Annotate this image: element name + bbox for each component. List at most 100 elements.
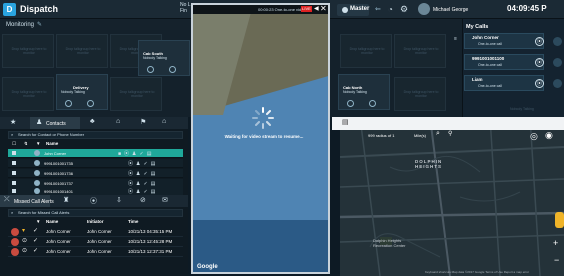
row-checkbox[interactable] [12,151,16,155]
my-calls-status: Nobody Talking [510,107,534,111]
monitor-tile-empty[interactable]: Drop talkgroup here to monitor [56,34,108,68]
sort-icon[interactable]: ▼ [36,219,40,224]
tile-mute-button[interactable] [65,100,72,107]
column-initiator[interactable]: Initiator [87,219,104,224]
map-footer: Keyboard shortcuts Map data ©2017 Google… [425,270,530,274]
contact-actions-icons[interactable]: ⦿♟✓▤ [128,170,158,177]
call-icon: ⊙ [22,238,28,244]
video-status: 00:00:23 One-to-one video [258,7,306,12]
missed-avatar [11,228,19,236]
call-action-icon[interactable]: ⦿ [535,58,544,67]
contact-actions-icons[interactable]: ⦿♟✓▤ [128,188,158,195]
tracking-icon[interactable]: ◉ [545,130,553,141]
call-secondary-button[interactable] [553,58,562,67]
poi-label[interactable]: Dolphin Heights Recreation Center [373,238,405,248]
unit-selector[interactable]: Mile(s) [414,133,426,138]
dispatch-group-icon[interactable]: ⌂ [162,118,166,125]
call-secondary-button[interactable] [553,79,562,88]
broadcast-icon[interactable]: ⚑ [140,118,146,126]
monitor-tile-empty[interactable]: Drop talkgroup here to monitor [110,77,162,111]
tile-status: Nobody Talking [143,56,167,60]
zoom-out-button[interactable]: − [554,255,559,265]
tile-talk-button[interactable] [369,100,376,107]
missed-time: 10/21/13 12:45:28 PM [128,239,173,244]
speaker-icon[interactable]: ◀ [314,5,319,12]
contact-actions-icons[interactable]: ⦿♟✓▤ [128,180,158,187]
contacts-header [8,140,183,148]
search-icon: ⌕ [11,132,14,137]
tile-talk-button[interactable] [87,100,94,107]
search-icon: ⌕ [11,210,14,215]
contact-actions-icons[interactable]: ■⦿♟✓▤ [118,150,154,157]
row-checkbox[interactable] [12,181,16,185]
group-icon[interactable]: ♣ [90,118,95,125]
call-action-icon[interactable]: ⦿ [535,79,544,88]
locate-icon[interactable]: ◎ [530,131,538,142]
call-name: John Corner [472,35,499,40]
contact-name: 9991001001737 [44,181,73,186]
street-view-icon[interactable] [555,212,564,228]
check-icon: ✓ [33,238,39,244]
monitor-tile-empty[interactable]: Drop talkgroup here to monitor [2,77,54,111]
column-name[interactable]: Name [46,141,58,146]
monitor-tile-empty[interactable]: Drop talkgroup here to monitor [394,77,446,111]
contacts-type-icon: ↯ [24,141,28,146]
row-checkbox[interactable] [12,189,16,193]
row-checkbox[interactable] [12,161,16,165]
column-time[interactable]: Time [128,219,138,224]
message-icon[interactable]: ✉ [162,196,168,204]
contacts-tab-label: Contacts [46,121,66,127]
gear-icon[interactable]: ⚙ [400,4,408,15]
priority-icon: ▾ [22,228,26,234]
google-logo: Google [197,264,218,270]
radius-selector[interactable]: 999 radius of 1 [368,133,394,138]
monitor-tile-empty[interactable]: Drop talkgroup here to monitor [340,34,392,68]
missed-time: 10/21/13 04:35:15 PM [128,229,173,234]
call-type: One-to-one call [478,42,502,46]
monitoring-label: Monitoring [6,22,35,28]
monitor-tile-cab-north[interactable]: Cab North Nobody Talking [338,74,390,110]
column-name[interactable]: Name [46,219,58,224]
call-action-icon[interactable]: ⦿ [535,37,544,46]
monitor-tile-empty[interactable]: Drop talkgroup here to monitor [394,34,446,68]
alert-icon[interactable]: ♜ [63,196,69,204]
close-icon[interactable]: ✕ [320,4,327,13]
missed-name: John Corner [46,239,71,244]
delete-icon[interactable]: ⊘ [140,196,146,204]
user-name: Michael George [433,7,469,13]
tile-placeholder-text: Drop talkgroup here to monitor [119,90,155,98]
monitor-tile-cab-south[interactable]: Cab South Nobody Talking [138,40,190,76]
row-checkbox[interactable] [12,171,16,175]
tile-mute-button[interactable] [347,100,354,107]
tile-mute-button[interactable] [147,66,154,73]
export-icon[interactable]: ⇩ [116,196,122,204]
star-icon[interactable]: ★ [10,118,16,126]
monitoring-settings-icon[interactable]: ✎ [37,21,42,28]
tile-status: Nobody Talking [61,90,85,94]
person-icon: ♟ [36,119,43,126]
location-icon[interactable]: ⦿ [90,196,97,206]
map-search-icon[interactable]: ⌕ [436,130,440,138]
tile-talk-button[interactable] [169,66,176,73]
menu-icon[interactable]: ≡ [454,36,457,42]
back-arrow-icon[interactable]: ⇐ [375,5,381,13]
monitor-tile-empty[interactable]: Drop talkgroup here to monitor [2,34,54,68]
contact-avatar [34,188,40,194]
zoom-in-button[interactable]: + [553,238,558,248]
monitor-tile-delivery[interactable]: Delivery Nobody Talking [56,74,108,110]
select-all-checkbox[interactable]: ☐ [12,141,16,147]
contact-actions-icons[interactable]: ⦿♟✓▤ [128,160,158,167]
sort-icon[interactable]: ▼ [36,141,40,146]
map-pin-icon[interactable]: ⚲ [448,130,452,137]
clock-time: 04:09:45 P [507,4,547,13]
missed-call-icon: ⤫ [4,196,10,203]
call-name: Liam [472,77,483,82]
call-secondary-button[interactable] [553,37,562,46]
missed-name: John Corner [46,249,71,254]
history-icon[interactable]: ◔ [388,5,393,14]
map-layer-icon[interactable]: ▤ [342,118,349,126]
talkgroup-icon[interactable]: ⌂ [116,118,120,125]
check-icon: ✓ [33,228,39,234]
avatar[interactable] [418,3,430,15]
missed-tab-label: Missed Call Alerts [14,199,54,205]
